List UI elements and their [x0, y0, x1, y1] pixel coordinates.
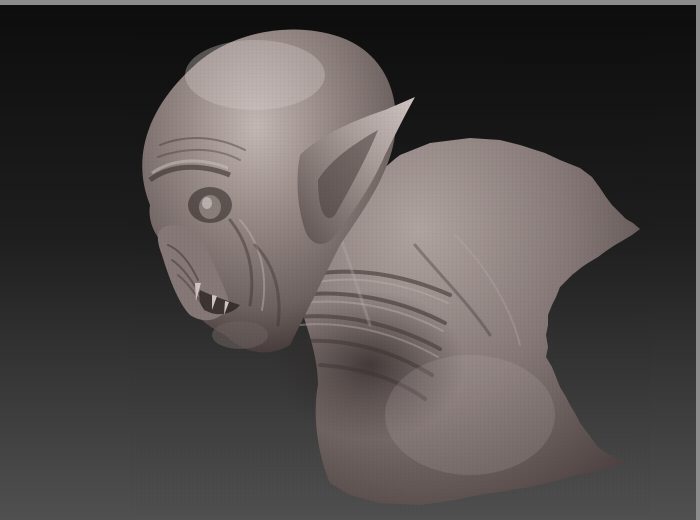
sculpt-viewport[interactable] [0, 0, 700, 520]
canvas-svg [0, 5, 696, 520]
viewport-frame-right [696, 0, 700, 520]
creature-sculpt-model[interactable] [130, 20, 650, 515]
model-mesh-overlay [130, 20, 650, 515]
viewport-canvas[interactable] [0, 5, 696, 520]
